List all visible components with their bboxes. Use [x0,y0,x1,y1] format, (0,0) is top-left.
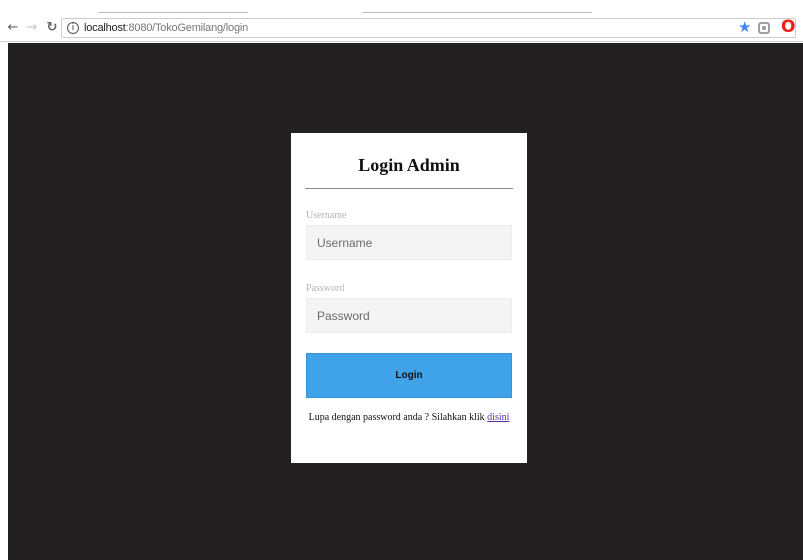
login-button[interactable]: Login [306,353,512,398]
forgot-password-text: Lupa dengan password anda ? Silahkan kli… [291,412,527,423]
password-label: Password [306,283,345,294]
back-arrow-icon[interactable]: ← [5,19,21,37]
reload-icon[interactable]: ↻ [44,19,60,37]
browser-toolbar: ← → ↻ i localhost:8080/TokoGemilang/logi… [0,14,803,42]
tab-edge-left [98,12,248,13]
forgot-text: Lupa dengan password anda ? Silahkan kli… [308,412,485,423]
forward-arrow-icon[interactable]: → [24,19,40,37]
star-icon[interactable]: ★ [738,17,751,37]
login-title: Login Admin [358,155,460,175]
password-input[interactable] [306,298,512,333]
url-path: :8080/TokoGemilang/login [125,22,249,34]
tab-strip [0,0,803,14]
title-divider [305,188,513,189]
opera-icon[interactable]: O [781,16,795,38]
username-label: Username [306,210,347,221]
info-icon[interactable]: i [67,22,79,34]
username-input[interactable] [306,225,512,260]
url-host: localhost [84,22,126,34]
page-content: Login Admin Username Password Login Lupa… [8,43,803,560]
login-card: Login Admin Username Password Login Lupa… [291,133,527,463]
forgot-password-link[interactable]: disini [487,412,509,423]
url-text[interactable]: localhost:8080/TokoGemilang/login [84,21,248,36]
extension-icon[interactable] [758,22,770,34]
address-bar[interactable]: i localhost:8080/TokoGemilang/login [61,18,796,38]
tab-edge-right [362,12,592,13]
